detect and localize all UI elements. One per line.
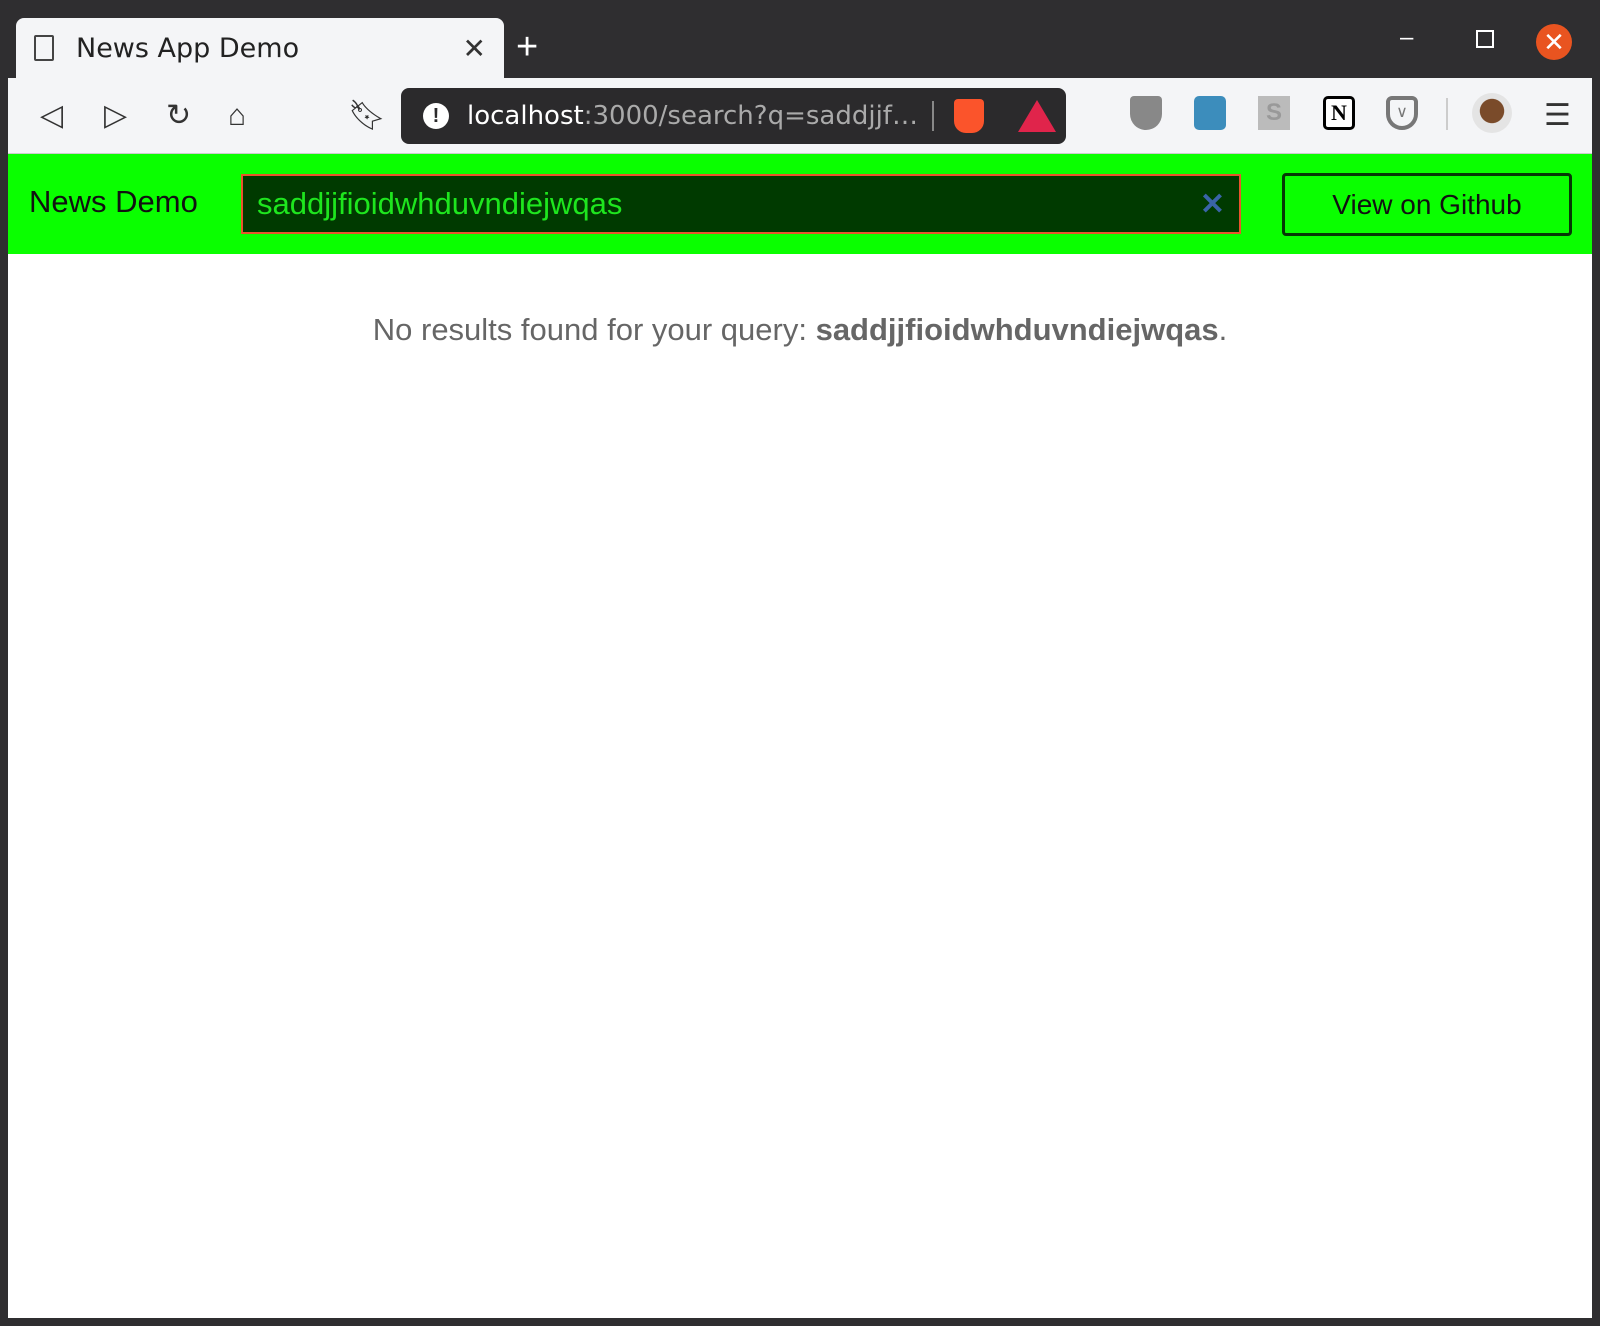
address-bar[interactable]: ! localhost:3000/search?q=saddjjf… [401, 88, 1066, 144]
reload-icon[interactable]: ↻ [166, 98, 191, 134]
message-suffix: . [1218, 312, 1228, 347]
home-icon[interactable]: ⌂ [228, 98, 246, 134]
new-tab-button[interactable]: + [516, 26, 538, 69]
brave-rewards-icon[interactable] [1017, 100, 1056, 132]
browser-window: News App Demo ✕ + – ✕ ◁ ▷ ↻ ⌂ 🔖︎ ! local… [8, 0, 1592, 1318]
bookmark-icon[interactable]: 🔖︎ [348, 98, 386, 134]
message-prefix: No results found for your query: [372, 312, 816, 347]
ublock-icon[interactable] [1130, 96, 1162, 130]
page-icon [34, 35, 54, 61]
app-header: News Demo ✕ View on Github [8, 154, 1592, 254]
no-results-message: No results found for your query: saddjjf… [8, 312, 1592, 348]
menu-icon[interactable]: ☰ [1544, 98, 1571, 134]
notion-icon[interactable]: N [1323, 96, 1355, 130]
s-extension-icon[interactable]: S [1258, 96, 1290, 130]
view-on-github-button[interactable]: View on Github [1282, 173, 1572, 236]
site-warning-icon[interactable]: ! [423, 103, 449, 129]
pocket-icon[interactable]: ∨ [1386, 96, 1418, 130]
tab-title: News App Demo [76, 32, 300, 64]
url-host: localhost [467, 101, 584, 131]
tab-active[interactable]: News App Demo ✕ [16, 18, 504, 78]
divider [1446, 98, 1448, 130]
back-icon[interactable]: ◁ [40, 98, 63, 134]
close-window-icon[interactable]: ✕ [1536, 24, 1572, 60]
bitwarden-icon[interactable] [1194, 96, 1226, 130]
minimize-icon[interactable]: – [1400, 24, 1413, 52]
profile-avatar[interactable] [1472, 93, 1512, 133]
nav-toolbar: ◁ ▷ ↻ ⌂ 🔖︎ ! localhost:3000/search?q=sad… [8, 78, 1592, 154]
divider [931, 101, 934, 131]
clear-search-icon[interactable]: ✕ [1200, 187, 1225, 222]
maximize-icon[interactable] [1476, 30, 1494, 48]
message-query: saddjjfioidwhduvndiejwqas [815, 312, 1219, 347]
search-input[interactable] [257, 186, 1200, 222]
url-path: :3000/search?q=saddjjf… [583, 101, 918, 131]
search-box: ✕ [241, 174, 1241, 234]
forward-icon[interactable]: ▷ [104, 98, 127, 134]
brand-title: News Demo [29, 184, 198, 219]
tab-bar: News App Demo ✕ + – ✕ [8, 0, 1592, 78]
close-tab-icon[interactable]: ✕ [463, 32, 486, 65]
brave-shields-icon[interactable] [953, 99, 984, 133]
app-page: News Demo ✕ View on Github No results fo… [8, 154, 1592, 1318]
